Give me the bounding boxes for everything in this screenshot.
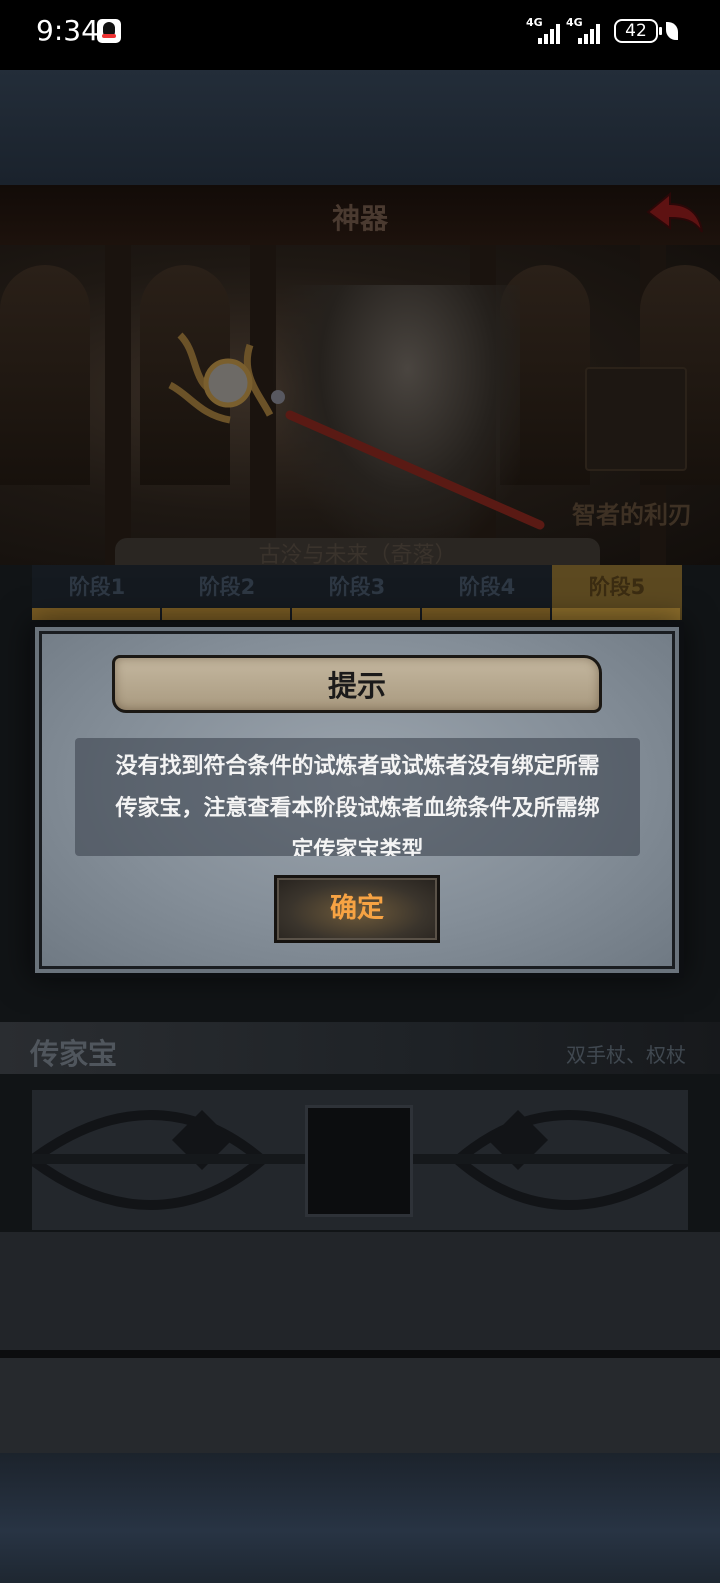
- qq-notification-icon: [97, 19, 121, 43]
- tab-stage-5[interactable]: 阶段5: [552, 565, 682, 620]
- status-time: 9:34: [36, 14, 99, 47]
- power-saving-icon: [666, 22, 678, 40]
- tab-stage-1[interactable]: 阶段1: [32, 565, 162, 620]
- tab-stage-3[interactable]: 阶段3: [292, 565, 422, 620]
- tab-stage-4[interactable]: 阶段4: [422, 565, 552, 620]
- dialog-title: 提示: [327, 669, 386, 703]
- heirloom-types: 双手杖、权杖: [566, 1043, 686, 1067]
- tab-stage-2[interactable]: 阶段2: [162, 565, 292, 620]
- artifact-item-label: 智者的利刃: [572, 501, 692, 529]
- page-title: 神器: [331, 202, 388, 235]
- signal-icon: 4G: [566, 16, 600, 44]
- bottom-background: [0, 1453, 720, 1583]
- stage-tabs: 阶段1 阶段2 阶段3 阶段4 阶段5: [32, 565, 682, 620]
- confirm-button[interactable]: 确定: [274, 875, 440, 943]
- bag-icon[interactable]: [585, 367, 687, 471]
- divider: [0, 1350, 720, 1358]
- dialog-message: 没有找到符合条件的试炼者或试炼者没有绑定所需传家宝，注意查看本阶段试炼者血统条件…: [115, 754, 600, 856]
- dialog-message-box: 没有找到符合条件的试炼者或试炼者没有绑定所需传家宝，注意查看本阶段试炼者血统条件…: [75, 738, 640, 856]
- back-arrow-icon[interactable]: [644, 190, 706, 236]
- heirloom-slot[interactable]: [305, 1105, 413, 1217]
- footer-panel: [0, 1358, 720, 1453]
- confirm-label: 确定: [330, 893, 384, 924]
- battery-tip: [659, 27, 662, 35]
- artifact-name-plate: 古泠与未来（奇落）: [115, 538, 600, 568]
- signal-icon: 4G: [526, 16, 560, 44]
- battery-icon: 42: [614, 19, 658, 43]
- status-bar: 9:34 4G 4G 42: [0, 0, 720, 70]
- lower-panel: [0, 1232, 720, 1352]
- heirloom-title: 传家宝: [30, 1037, 118, 1071]
- staff-artifact-icon: [168, 332, 545, 530]
- top-strip: [0, 70, 720, 185]
